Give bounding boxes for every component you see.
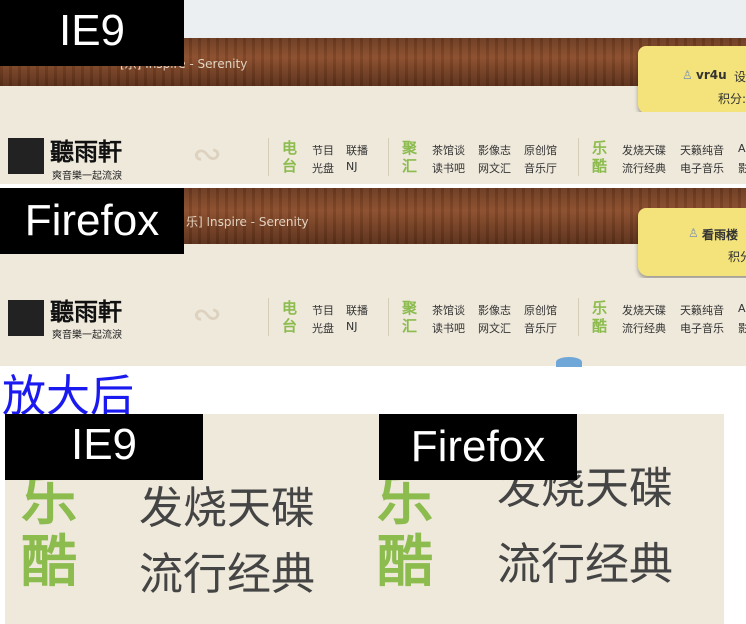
user-icon: ♙ [682, 68, 693, 82]
zoom-label-firefox: Firefox [379, 414, 577, 480]
nav-link[interactable]: 网文汇 [478, 160, 511, 176]
cloud-swirl-icon: ∾ [192, 294, 223, 335]
nav-link[interactable]: NJ [346, 160, 357, 173]
divider [578, 298, 579, 336]
cloud-swirl-icon: ∾ [192, 134, 223, 175]
nav-link[interactable]: 发烧天碟 [622, 302, 666, 318]
settings-link[interactable]: 设 [734, 68, 746, 85]
nav-link[interactable]: 原创馆 [524, 142, 557, 158]
zoom-link-firefox: 流行经典 [497, 539, 673, 590]
nav-link[interactable]: 联播 [346, 302, 368, 318]
points-label: 积分: [718, 92, 746, 106]
user-note-panel: ♙ 看雨楼 积分 [638, 208, 746, 276]
logo-text[interactable]: 聽雨軒 [50, 292, 122, 327]
nav-link[interactable]: 影 [738, 320, 746, 336]
nav-link[interactable]: 影 [738, 160, 746, 176]
zoom-label-ie9: IE9 [5, 414, 203, 480]
site-navbar: 聽雨軒 爽音樂一起流淚 ∾ 电台 节目 联播 光盘 NJ 聚汇 茶馆谈 影像志 … [0, 112, 746, 182]
user-note-panel: ♙ vr4u 设 积分: [638, 46, 746, 114]
nav-link[interactable]: 联播 [346, 142, 368, 158]
bird-decoration-icon [556, 357, 582, 367]
zoom-link-ie9: 流行经典 [139, 549, 315, 600]
nav-link[interactable]: 茶馆谈 [432, 142, 465, 158]
zoom-link-ie9: 发烧天碟 [139, 483, 315, 534]
nav-category-gather[interactable]: 聚汇 [402, 139, 417, 175]
zoom-category-firefox: 乐酷 [377, 468, 433, 595]
nav-link[interactable]: 影像志 [478, 302, 511, 318]
divider [388, 138, 389, 176]
divider [388, 298, 389, 336]
breadcrumb[interactable]: 乐] Inspire - Serenity [186, 213, 309, 230]
nav-link[interactable]: 节目 [312, 142, 334, 158]
username-link[interactable]: 看雨楼 [702, 226, 738, 243]
nav-link[interactable]: 网文汇 [478, 320, 511, 336]
logo-text[interactable]: 聽雨軒 [50, 132, 122, 167]
nav-link[interactable]: 光盘 [312, 320, 334, 336]
divider [268, 138, 269, 176]
nav-link[interactable]: 光盘 [312, 160, 334, 176]
nav-link[interactable]: 电子音乐 [680, 320, 724, 336]
label-firefox: Firefox [0, 188, 184, 254]
logo-icon [8, 300, 44, 336]
zoom-category-ie9: 乐酷 [21, 468, 77, 595]
nav-link[interactable]: 读书吧 [432, 320, 465, 336]
logo-icon [8, 138, 44, 174]
nav-link[interactable]: 音乐厅 [524, 160, 557, 176]
nav-link[interactable]: 流行经典 [622, 160, 666, 176]
label-ie9: IE9 [0, 0, 184, 66]
nav-link[interactable]: 音乐厅 [524, 320, 557, 336]
nav-link[interactable]: 读书吧 [432, 160, 465, 176]
nav-link[interactable]: 电子音乐 [680, 160, 724, 176]
nav-link[interactable]: 天籁纯音 [680, 302, 724, 318]
nav-link[interactable]: 原创馆 [524, 302, 557, 318]
nav-link[interactable]: 影像志 [478, 142, 511, 158]
username-link[interactable]: vr4u [696, 68, 727, 82]
nav-link[interactable]: A [738, 302, 746, 315]
divider [268, 298, 269, 336]
nav-category-music[interactable]: 乐酷 [592, 139, 607, 175]
divider [578, 138, 579, 176]
nav-link[interactable]: 发烧天碟 [622, 142, 666, 158]
points-label: 积分 [728, 250, 746, 264]
logo-slogan: 爽音樂一起流淚 [52, 330, 122, 341]
logo-slogan: 爽音樂一起流淚 [52, 171, 122, 182]
nav-link[interactable]: 节目 [312, 302, 334, 318]
user-icon: ♙ [688, 226, 699, 240]
nav-category-radio[interactable]: 电台 [282, 139, 297, 175]
nav-category-music[interactable]: 乐酷 [592, 299, 607, 335]
nav-link[interactable]: NJ [346, 320, 357, 333]
site-navbar: 聽雨軒 爽音樂一起流淚 ∾ 电台 节目 联播 光盘 NJ 聚汇 茶馆谈 影像志 … [0, 278, 746, 348]
nav-link[interactable]: 流行经典 [622, 320, 666, 336]
nav-category-gather[interactable]: 聚汇 [402, 299, 417, 335]
nav-category-radio[interactable]: 电台 [282, 299, 297, 335]
nav-link[interactable]: A [738, 142, 746, 155]
nav-link[interactable]: 茶馆谈 [432, 302, 465, 318]
nav-link[interactable]: 天籁纯音 [680, 142, 724, 158]
